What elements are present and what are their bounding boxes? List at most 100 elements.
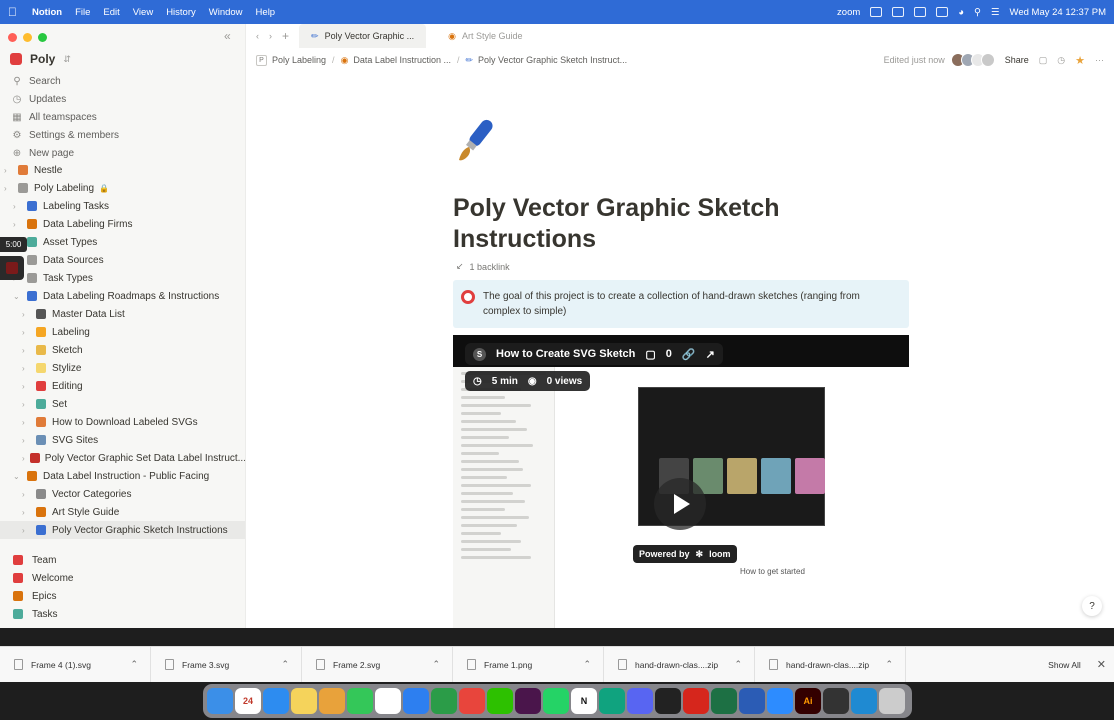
menu-edit[interactable]: Edit [103,7,119,18]
dock-app-store-icon[interactable] [263,688,289,714]
breadcrumb-item[interactable]: ✏ Poly Vector Graphic Sketch Instruct... [466,55,628,66]
battery-icon[interactable] [936,7,949,17]
chevron-right-icon[interactable]: › [22,346,30,355]
sidebar-page-item[interactable]: Welcome [0,569,245,587]
new-tab-icon[interactable]: + [282,29,289,43]
sidebar-page-item[interactable]: ⌄ Data Label Instruction - Public Facing [0,467,245,485]
dock-notion-icon[interactable]: N [571,688,597,714]
sidebar-page-item[interactable]: › Data Labeling Firms [0,215,245,233]
sidebar-page-item[interactable]: › Labeling [0,323,245,341]
download-item[interactable]: hand-drawn-clas....zip ⌃ [604,646,755,683]
collapse-sidebar-icon[interactable]: « [224,29,231,43]
favorite-star-icon[interactable]: ★ [1075,54,1085,67]
dock-trash-icon[interactable] [879,688,905,714]
chevron-right-icon[interactable]: › [13,202,21,211]
dock-whatsapp-icon[interactable] [543,688,569,714]
sidebar-page-item[interactable]: › Set [0,395,245,413]
sidebar-page-item[interactable]: › Art Style Guide [0,503,245,521]
sidebar-page-item[interactable]: ›Asset Types [0,233,245,251]
open-external-icon[interactable]: ↗ [706,348,715,361]
dock-chrome-icon[interactable] [459,688,485,714]
chevron-right-icon[interactable]: › [22,454,25,463]
chevron-up-icon[interactable]: ⌃ [281,659,289,670]
menu-help[interactable]: Help [256,7,276,18]
dock-excel-icon[interactable] [711,688,737,714]
sidebar-page-item[interactable]: › Poly Vector Graphic Sketch Instructions [0,521,245,539]
callout-block[interactable]: The goal of this project is to create a … [453,280,909,328]
sidebar-page-item[interactable]: › Stylize [0,359,245,377]
sidebar-page-item[interactable]: Tasks [0,605,245,623]
comment-icon[interactable]: ▢ [645,348,655,361]
chevron-right-icon[interactable]: › [22,526,30,535]
chevron-right-icon[interactable]: › [4,184,12,193]
sidebar-page-item[interactable]: › Master Data List [0,305,245,323]
dock-terminal-icon[interactable] [655,688,681,714]
play-button[interactable] [654,478,706,530]
sidebar-item-settings-members[interactable]: ⚙ Settings & members [0,126,245,144]
search-icon[interactable]: ⚲ [974,7,981,18]
workspace-switcher[interactable]: Poly ⇵ [10,52,71,66]
dock-github-icon[interactable] [823,688,849,714]
menu-history[interactable]: History [166,7,196,18]
chevron-up-icon[interactable]: ⌃ [583,659,591,670]
tab-art-style-guide[interactable]: ◉ Art Style Guide [436,24,534,48]
chevron-right-icon[interactable]: › [22,328,30,337]
history-icon[interactable]: ◷ [1057,55,1065,66]
chevron-right-icon[interactable]: › [4,166,12,175]
breadcrumb-item[interactable]: ◉ Data Label Instruction ... [341,55,451,66]
more-options-icon[interactable]: ··· [1095,55,1104,65]
sidebar-page-item[interactable]: › Labeling Tasks [0,197,245,215]
close-icon[interactable]: ✕ [1097,658,1106,671]
loom-video-embed[interactable]: How to get started S How to Create SVG S… [453,335,909,628]
chevron-right-icon[interactable]: › [22,436,30,445]
dock-calendar-icon[interactable]: 24 [235,688,261,714]
sidebar-page-item[interactable]: ›Data Sources [0,251,245,269]
menu-window[interactable]: Window [209,7,243,18]
dock-word-icon[interactable] [739,688,765,714]
chevron-right-icon[interactable]: › [22,508,30,517]
dock-notes-icon[interactable] [291,688,317,714]
download-item[interactable]: Frame 3.svg ⌃ [151,646,302,683]
sidebar-page-item[interactable]: › Nestle [0,161,245,179]
dock-photos-icon[interactable] [319,688,345,714]
backlink[interactable]: ↙ 1 backlink [453,261,909,272]
download-item[interactable]: Frame 2.svg ⌃ [302,646,453,683]
dock-illustrator-icon[interactable]: Ai [795,688,821,714]
chevron-right-icon[interactable]: › [13,220,21,229]
dock-wechat-icon[interactable] [487,688,513,714]
share-button[interactable]: Share [1005,55,1029,65]
dock-zoom-icon[interactable] [767,688,793,714]
page-title[interactable]: Poly Vector Graphic Sketch Instructions [453,193,813,255]
chevron-up-icon[interactable]: ⌃ [130,659,138,670]
sidebar-item-search[interactable]: ⚲ Search [0,72,245,90]
comment-icon[interactable]: ▢ [1039,55,1048,66]
dock-keynote-icon[interactable] [403,688,429,714]
powered-by-loom[interactable]: Powered by ✻ loom [633,545,737,563]
status-icon[interactable] [870,7,883,17]
app-menu[interactable]: Notion [32,7,62,18]
sidebar-page-item[interactable]: › Poly Vector Graphic Set Data Label Inst… [0,449,245,467]
collaborator-avatars[interactable] [950,53,995,67]
menubar-clock[interactable]: Wed May 24 12:37 PM [1010,7,1106,18]
apple-icon[interactable]:  [8,5,22,19]
chevron-right-icon[interactable]: › [22,490,30,499]
chevron-right-icon[interactable]: › [22,310,30,319]
control-center-icon[interactable]: ☰ [991,7,1000,18]
chevron-right-icon[interactable]: › [22,418,30,427]
dock-acrobat-icon[interactable] [683,688,709,714]
breadcrumb-item[interactable]: P Poly Labeling [256,54,326,66]
sidebar-item-all-teamspaces[interactable]: ▦ All teamspaces [0,108,245,126]
menu-file[interactable]: File [75,7,90,18]
chevron-right-icon[interactable]: › [22,364,30,373]
help-button[interactable]: ? [1082,596,1102,616]
chevron-down-icon[interactable]: ⌄ [13,472,21,481]
download-item[interactable]: Frame 1.png ⌃ [453,646,604,683]
chevron-up-icon[interactable]: ⌃ [885,659,893,670]
sidebar-page-item[interactable]: › Poly Labeling 🔒 [0,179,245,197]
download-item[interactable]: hand-drawn-clas....zip ⌃ [755,646,906,683]
dock-vscode-icon[interactable] [851,688,877,714]
sidebar-page-item[interactable]: ›Task Types [0,269,245,287]
sidebar-page-item[interactable]: › SVG Sites [0,431,245,449]
sidebar-page-item[interactable]: › Vector Categories [0,485,245,503]
sidebar-page-item[interactable]: ⌄ Data Labeling Roadmaps & Instructions [0,287,245,305]
